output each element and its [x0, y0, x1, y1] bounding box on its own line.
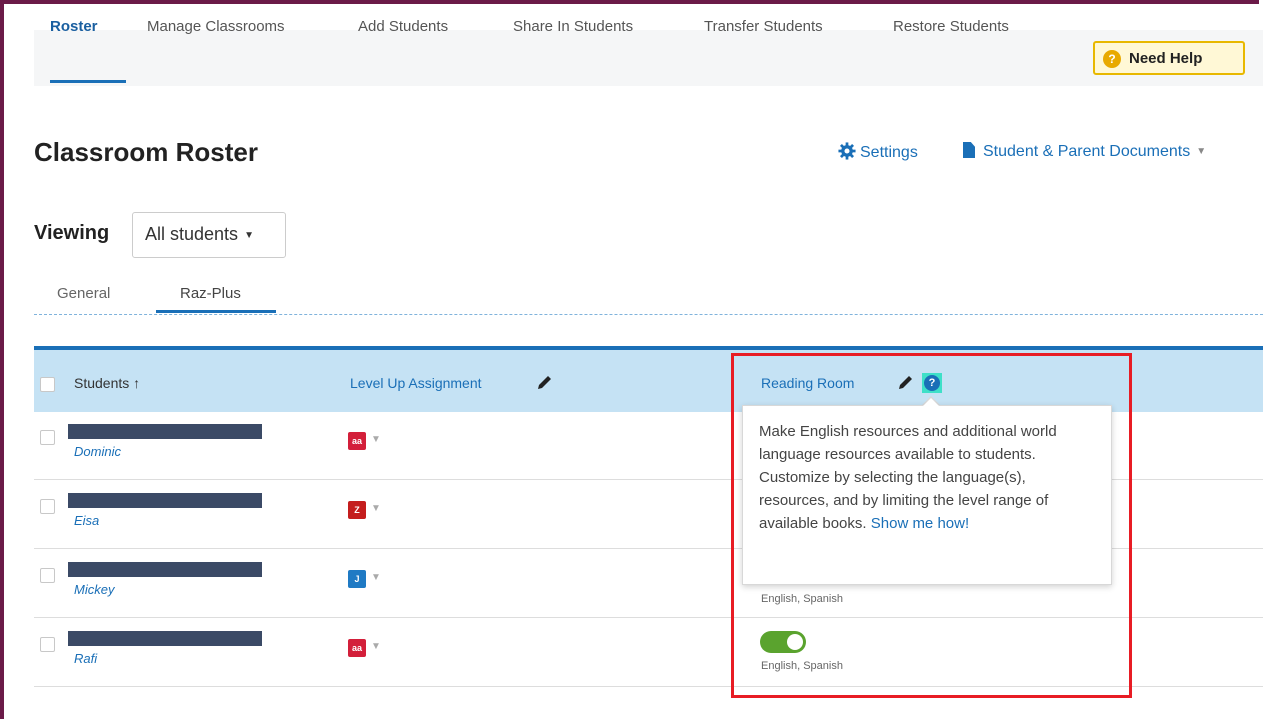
viewing-selected-value: All students	[145, 224, 239, 244]
level-badge[interactable]: J	[348, 570, 366, 588]
redacted-name-bar	[68, 493, 262, 508]
nav-active-indicator	[50, 80, 126, 83]
reading-room-toggle[interactable]	[760, 631, 806, 653]
chevron-down-icon[interactable]: ▼	[371, 503, 381, 514]
students-header-label: Students	[74, 375, 130, 391]
viewing-label: Viewing	[34, 222, 110, 244]
chevron-down-icon[interactable]: ▼	[371, 572, 381, 583]
sort-arrow-icon: ↑	[133, 375, 141, 391]
redacted-name-bar	[68, 562, 262, 577]
student-name-link[interactable]: Rafi	[74, 651, 97, 666]
chevron-down-icon[interactable]: ▼	[371, 434, 381, 445]
chevron-down-icon[interactable]: ▼	[371, 641, 381, 652]
row-checkbox[interactable]	[40, 499, 55, 514]
nav-add-students[interactable]: Add Students	[358, 18, 448, 35]
toggle-knob	[787, 634, 803, 650]
documents-label: Student & Parent Documents	[983, 143, 1191, 160]
nav-manage-classrooms[interactable]: Manage Classrooms	[147, 18, 285, 35]
gear-icon	[838, 142, 856, 160]
select-all-checkbox[interactable]	[40, 377, 55, 392]
column-header-students[interactable]: Students ↑	[74, 375, 140, 391]
pencil-icon[interactable]	[897, 373, 915, 391]
top-nav	[34, 30, 1263, 86]
language-text: English, Spanish	[761, 593, 843, 605]
need-help-button[interactable]: ? Need Help	[1093, 41, 1245, 75]
settings-label: Settings	[860, 144, 918, 161]
help-icon: ?	[1103, 50, 1121, 68]
student-name-link[interactable]: Mickey	[74, 582, 114, 597]
level-badge[interactable]: aa	[348, 432, 366, 450]
column-header-reading-room[interactable]: Reading Room	[761, 375, 854, 391]
table-row: Rafi aa ▼ English, Spanish	[34, 619, 1263, 687]
row-checkbox[interactable]	[40, 568, 55, 583]
level-badge[interactable]: aa	[348, 639, 366, 657]
tab-divider	[34, 314, 1263, 315]
column-header-level-up[interactable]: Level Up Assignment	[350, 375, 482, 391]
chevron-down-icon: ▼	[244, 230, 254, 241]
need-help-label: Need Help	[1129, 50, 1203, 67]
student-name-link[interactable]: Eisa	[74, 513, 99, 528]
tooltip-arrow-fill	[923, 398, 939, 406]
table-header: Students ↑ Level Up Assignment Reading R…	[34, 350, 1263, 412]
student-parent-documents-dropdown[interactable]: Student & Parent Documents ▼	[963, 142, 1206, 161]
reading-room-help-icon[interactable]: ?	[922, 373, 942, 393]
tab-raz-plus[interactable]: Raz-Plus	[180, 285, 241, 302]
nav-roster[interactable]: Roster	[50, 18, 98, 35]
nav-transfer-students[interactable]: Transfer Students	[704, 18, 823, 35]
document-icon	[963, 142, 975, 158]
row-checkbox[interactable]	[40, 637, 55, 652]
viewing-select[interactable]: All students ▼	[132, 212, 286, 258]
nav-restore-students[interactable]: Restore Students	[893, 18, 1009, 35]
redacted-name-bar	[68, 631, 262, 646]
student-name-link[interactable]: Dominic	[74, 444, 121, 459]
chevron-down-icon: ▼	[1196, 146, 1207, 157]
tab-general[interactable]: General	[57, 285, 110, 302]
page-title: Classroom Roster	[34, 137, 258, 167]
show-me-how-link[interactable]: Show me how!	[871, 515, 969, 532]
pencil-icon[interactable]	[536, 373, 554, 391]
help-icon: ?	[924, 375, 940, 391]
tab-active-indicator	[156, 310, 276, 313]
reading-room-tooltip: Make English resources and additional wo…	[742, 405, 1112, 585]
level-badge[interactable]: Z	[348, 501, 366, 519]
language-text: English, Spanish	[761, 660, 843, 672]
settings-link[interactable]: Settings	[838, 142, 918, 162]
nav-share-in-students[interactable]: Share In Students	[513, 18, 633, 35]
row-checkbox[interactable]	[40, 430, 55, 445]
redacted-name-bar	[68, 424, 262, 439]
